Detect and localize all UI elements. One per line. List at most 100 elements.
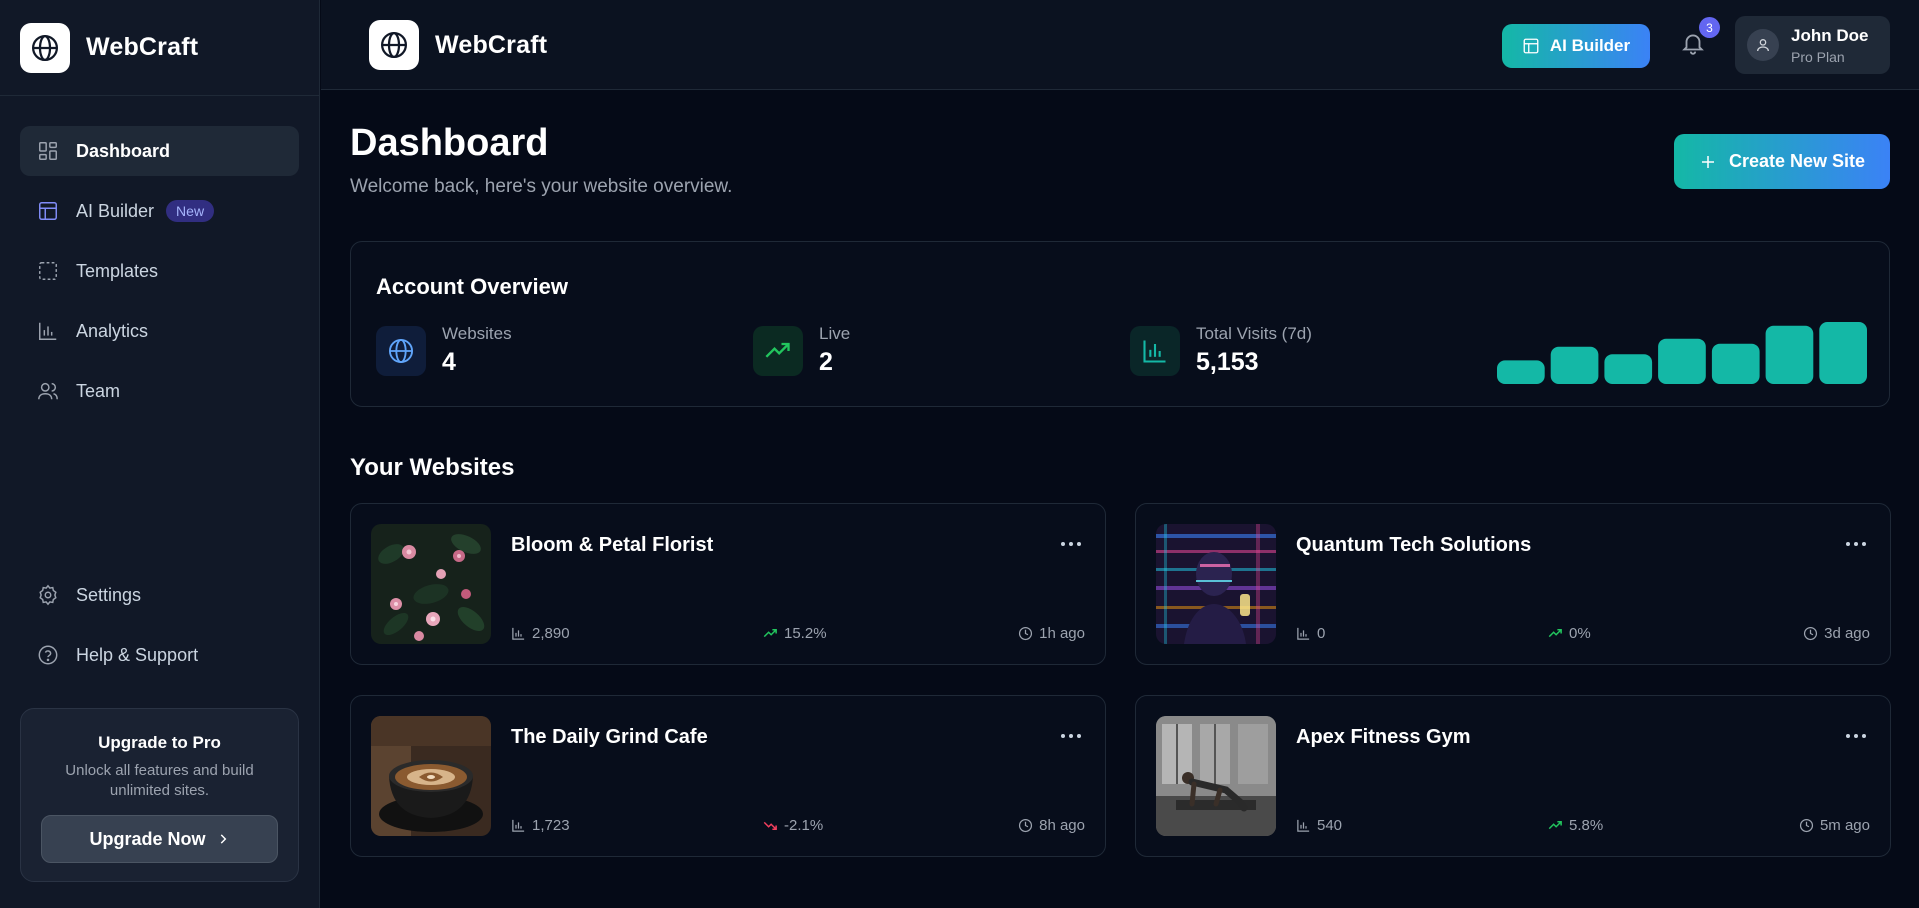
sidebar-item-dashboard[interactable]: Dashboard: [20, 126, 299, 176]
sidebar-item-templates[interactable]: Templates: [20, 246, 299, 296]
updated-value: 1h ago: [1039, 625, 1085, 642]
sidebar-item-team[interactable]: Team: [20, 366, 299, 416]
sidebar-nav: Dashboard AI Builder New Templates Analy…: [0, 96, 319, 416]
updated-value: 8h ago: [1039, 817, 1085, 834]
more-horizontal-icon: [1061, 734, 1081, 738]
website-card[interactable]: Bloom & Petal Florist 2,890 15.2% 1h ago: [350, 503, 1106, 665]
trend-value: 5.8%: [1569, 817, 1604, 834]
visits-bar: [1497, 360, 1545, 384]
ai-builder-label: AI Builder: [1549, 36, 1631, 55]
updated-value: 5m ago: [1819, 817, 1870, 834]
stat-label: Live: [819, 324, 851, 343]
website-card[interactable]: Apex Fitness Gym 540 5.8% 5m ago: [1135, 695, 1891, 857]
visits-value: 0: [1317, 625, 1326, 642]
sidebar-item-label: Team: [76, 380, 121, 401]
create-new-site-button[interactable]: Create New Site: [1674, 134, 1890, 189]
top-header: WebCraft AI Builder 3 John Doe Pro Plan: [321, 0, 1919, 90]
templates-icon: [36, 259, 60, 283]
upgrade-button-label: Upgrade Now: [89, 828, 206, 849]
more-horizontal-icon: [1846, 542, 1866, 546]
overview-title: Account Overview: [376, 274, 568, 299]
help-icon: [36, 643, 60, 667]
visits-mini-chart: [1497, 322, 1867, 384]
more-options-button[interactable]: [1841, 534, 1871, 554]
upgrade-description: Unlock all features and build unlimited …: [65, 762, 254, 799]
gear-icon: [36, 583, 60, 607]
sidebar-brand[interactable]: WebCraft: [0, 0, 319, 96]
ai-builder-button[interactable]: AI Builder: [1502, 24, 1650, 68]
user-menu[interactable]: John Doe Pro Plan: [1735, 16, 1890, 74]
visits-bar: [1658, 338, 1706, 384]
more-options-button[interactable]: [1841, 726, 1871, 746]
visits-value: 1,723: [532, 817, 570, 834]
account-overview-card: Account Overview Websites 4 Live 2 Total…: [350, 241, 1890, 407]
stat-live: Live 2: [753, 324, 850, 377]
site-visits: 1,723: [511, 817, 570, 834]
site-name: Quantum Tech Solutions: [1296, 534, 1532, 556]
bar-chart-icon: [1297, 627, 1310, 640]
sidebar-item-help[interactable]: Help & Support: [20, 630, 299, 680]
sidebar-bottom-nav: Settings Help & Support: [20, 570, 299, 690]
sidebar-item-label: Analytics: [76, 320, 149, 341]
site-name: Apex Fitness Gym: [1296, 726, 1471, 748]
clock-icon: [1019, 626, 1033, 641]
visits-bar: [1765, 325, 1814, 384]
page-title: Dashboard: [350, 122, 549, 164]
site-thumbnail-cafe: [371, 716, 491, 836]
updated-value: 3d ago: [1824, 625, 1870, 642]
brand-name: WebCraft: [435, 30, 548, 59]
site-trend: 0%: [1548, 625, 1591, 642]
create-button-label: Create New Site: [1728, 151, 1866, 171]
sidebar-item-ai-builder[interactable]: AI Builder New: [20, 186, 299, 236]
page-subtitle: Welcome back, here's your website overvi…: [350, 176, 733, 197]
upgrade-title: Upgrade to Pro: [98, 733, 221, 752]
trend-up-icon: [1548, 821, 1562, 830]
site-name: Bloom & Petal Florist: [511, 534, 714, 556]
site-trend: -2.1%: [763, 817, 823, 834]
clock-icon: [1019, 818, 1033, 833]
sidebar-item-analytics[interactable]: Analytics: [20, 306, 299, 356]
trend-value: 15.2%: [784, 625, 827, 642]
site-trend: 5.8%: [1548, 817, 1603, 834]
sidebar-item-settings[interactable]: Settings: [20, 570, 299, 620]
sidebar-item-label: AI Builder: [76, 200, 155, 221]
visits-value: 2,890: [532, 625, 570, 642]
logo: [20, 22, 70, 73]
site-visits: 540: [1296, 817, 1342, 834]
site-updated: 1h ago: [1018, 625, 1085, 642]
clock-icon: [1804, 626, 1818, 641]
site-thumbnail-gym: [1156, 716, 1276, 836]
more-horizontal-icon: [1846, 734, 1866, 738]
site-thumbnail-tech: [1156, 524, 1276, 644]
sidebar-item-label: Dashboard: [76, 140, 171, 161]
visits-bar: [1711, 343, 1760, 384]
upgrade-now-button[interactable]: Upgrade Now: [41, 815, 278, 863]
bar-chart-icon: [1130, 325, 1180, 376]
trend-down-icon: [763, 821, 777, 830]
website-card[interactable]: The Daily Grind Cafe 1,723 -2.1% 8h ago: [350, 695, 1106, 857]
bar-chart-icon: [512, 819, 525, 832]
sidebar: WebCraft Dashboard AI Builder New Templa…: [0, 0, 320, 908]
site-updated: 3d ago: [1803, 625, 1870, 642]
brand-name: WebCraft: [86, 33, 199, 61]
globe-icon: [32, 34, 58, 61]
site-visits: 2,890: [511, 625, 570, 642]
layout-icon: [1523, 38, 1539, 54]
user-icon: [1757, 39, 1769, 52]
bar-chart-icon: [1297, 819, 1310, 832]
users-icon: [36, 379, 60, 403]
more-options-button[interactable]: [1056, 726, 1086, 746]
stat-label: Total Visits (7d): [1196, 324, 1312, 343]
header-brand[interactable]: WebCraft: [369, 20, 547, 70]
more-options-button[interactable]: [1056, 534, 1086, 554]
avatar: [1747, 29, 1779, 61]
trend-up-icon: [753, 325, 803, 376]
bar-chart-icon: [512, 627, 525, 640]
site-trend: 15.2%: [763, 625, 827, 642]
visits-value: 540: [1317, 817, 1343, 834]
website-card[interactable]: Quantum Tech Solutions 0 0% 3d ago: [1135, 503, 1891, 665]
websites-section-title: Your Websites: [350, 454, 515, 481]
visits-bar: [1819, 322, 1867, 384]
upgrade-card: Upgrade to Pro Unlock all features and b…: [20, 708, 299, 882]
trend-value: -2.1%: [784, 817, 824, 834]
